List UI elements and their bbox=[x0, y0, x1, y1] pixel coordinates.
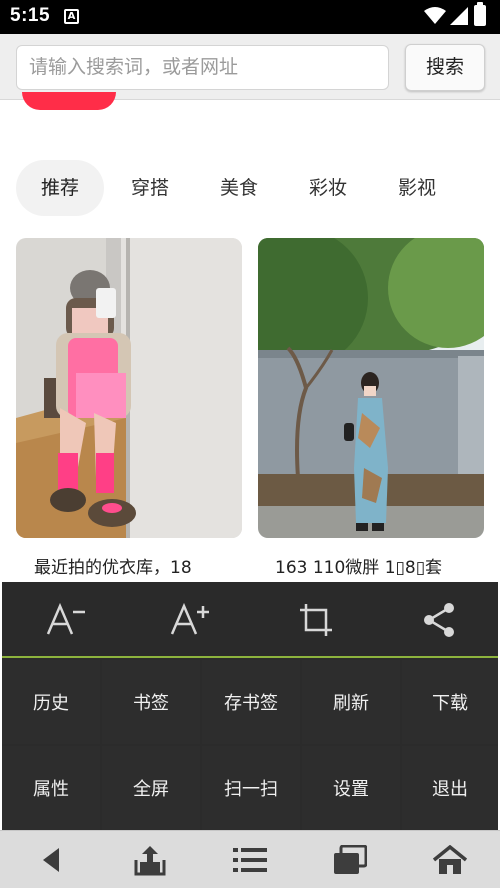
card-image-2[interactable] bbox=[258, 238, 484, 538]
crop-icon bbox=[299, 604, 332, 636]
category-tabs: 推荐 穿搭 美食 彩妆 影视 bbox=[16, 160, 486, 216]
banner-button[interactable] bbox=[22, 92, 116, 110]
windows-button[interactable] bbox=[300, 831, 400, 888]
status-time: 5:15 bbox=[10, 5, 51, 26]
menu-toolbar bbox=[2, 582, 498, 658]
font-increase-icon bbox=[170, 602, 209, 635]
search-bar: 请输入搜索词，或者网址 搜索 bbox=[0, 34, 500, 100]
signal-icon bbox=[450, 7, 468, 25]
browser-menu-panel: 历史 书签 存书签 刷新 下载 属性 全屏 扫一扫 设置 退出 bbox=[2, 582, 498, 830]
card-title-2: 163 110微胖 1▯8▯套 bbox=[275, 558, 443, 578]
menu-exit[interactable]: 退出 bbox=[402, 746, 498, 830]
menu-history[interactable]: 历史 bbox=[2, 660, 100, 744]
card-title-1: 最近拍的优衣库，18 bbox=[34, 558, 192, 578]
home-icon bbox=[433, 845, 467, 874]
menu-list-icon bbox=[233, 848, 267, 872]
battery-icon bbox=[474, 2, 486, 26]
tab-makeup[interactable]: 彩妆 bbox=[284, 160, 372, 216]
menu-scan[interactable]: 扫一扫 bbox=[202, 746, 300, 830]
share-tray-icon bbox=[134, 846, 166, 876]
status-bar: 5:15 A bbox=[0, 0, 500, 34]
menu-list-button[interactable] bbox=[200, 831, 300, 888]
tab-food[interactable]: 美食 bbox=[195, 160, 283, 216]
menu-save-bookmark[interactable]: 存书签 bbox=[202, 660, 300, 744]
home-button[interactable] bbox=[400, 831, 500, 888]
search-input[interactable]: 请输入搜索词，或者网址 bbox=[16, 45, 389, 90]
search-button[interactable]: 搜索 bbox=[405, 44, 485, 91]
share-icon bbox=[423, 603, 454, 637]
menu-bookmarks[interactable]: 书签 bbox=[102, 660, 200, 744]
back-button[interactable] bbox=[0, 831, 100, 888]
tab-movies[interactable]: 影视 bbox=[373, 160, 461, 216]
back-icon bbox=[43, 848, 59, 872]
tab-recommend[interactable]: 推荐 bbox=[16, 160, 104, 216]
font-decrease-icon bbox=[46, 602, 85, 635]
bottom-nav-bar bbox=[0, 830, 500, 888]
menu-refresh[interactable]: 刷新 bbox=[302, 660, 400, 744]
menu-properties[interactable]: 属性 bbox=[2, 746, 100, 830]
windows-icon bbox=[334, 845, 367, 874]
menu-fullscreen[interactable]: 全屏 bbox=[102, 746, 200, 830]
wifi-icon bbox=[424, 7, 446, 24]
font-increase-button[interactable] bbox=[140, 582, 239, 658]
menu-grid: 历史 书签 存书签 刷新 下载 属性 全屏 扫一扫 设置 退出 bbox=[2, 660, 498, 830]
font-decrease-button[interactable] bbox=[16, 582, 115, 658]
tab-outfit[interactable]: 穿搭 bbox=[106, 160, 194, 216]
menu-download[interactable]: 下载 bbox=[402, 660, 498, 744]
notification-icon: A bbox=[64, 9, 79, 24]
card-image-1[interactable] bbox=[16, 238, 242, 538]
crop-button[interactable] bbox=[266, 582, 365, 658]
menu-settings[interactable]: 设置 bbox=[302, 746, 400, 830]
share-button[interactable] bbox=[389, 582, 488, 658]
share-tray-button[interactable] bbox=[100, 831, 200, 888]
